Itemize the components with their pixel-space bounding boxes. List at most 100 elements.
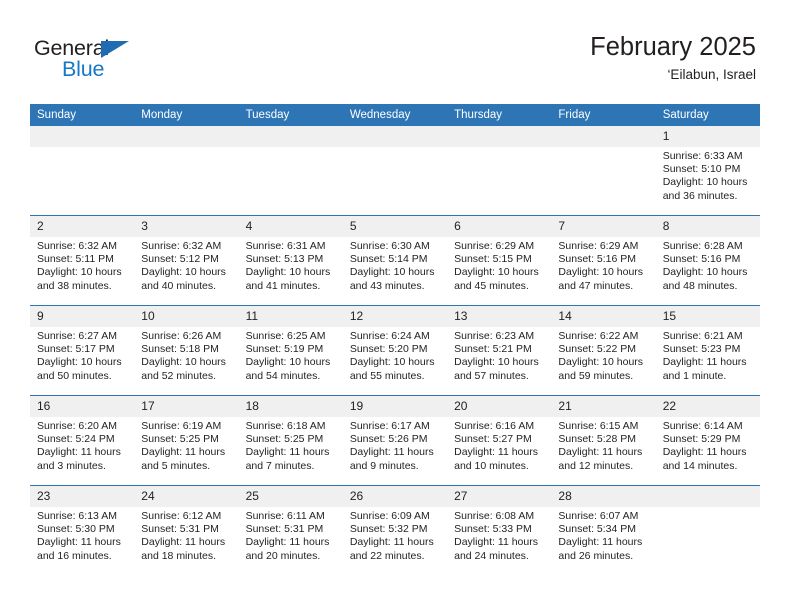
daylight-text: Daylight: 10 hours and 55 minutes. bbox=[349, 356, 435, 382]
weekday-header-wednesday: Wednesday bbox=[342, 104, 448, 126]
daylight-text: Daylight: 11 hours and 7 minutes. bbox=[245, 446, 330, 472]
calendar-day-cell-empty bbox=[655, 485, 760, 575]
daylight-text: Daylight: 10 hours and 59 minutes. bbox=[558, 356, 644, 382]
day-number: 21 bbox=[551, 396, 656, 417]
calendar-day-cell[interactable]: 5 Sunrise: 6:30 AM Sunset: 5:14 PM Daylight… bbox=[342, 215, 448, 306]
calendar-day-cell-empty bbox=[134, 126, 239, 216]
calendar-day-cell-empty bbox=[342, 126, 448, 216]
calendar-day-cell[interactable]: 3 Sunrise: 6:32 AM Sunset: 5:12 PM Daylight… bbox=[134, 215, 239, 306]
weekday-header: Sunday Monday Tuesday Wednesday Thursday Frid… bbox=[30, 104, 760, 126]
calendar-day-cell[interactable]: 18 Sunrise: 6:18 AM Sunset: 5:25 PM Dayligh… bbox=[238, 395, 343, 486]
day-sun-info: Sunrise: 6:16 AM Sunset: 5:27 PM Daylight:… bbox=[447, 417, 551, 473]
calendar-day-cell[interactable]: 16 Sunrise: 6:20 AM Sunset: 5:24 PM Dayligh… bbox=[30, 395, 135, 486]
sunset-text: Sunset: 5:17 PM bbox=[37, 343, 115, 356]
logo-triangle-icon bbox=[101, 41, 129, 58]
sunrise-text: Sunrise: 6:23 AM bbox=[454, 330, 535, 342]
day-sun-info: Sunrise: 6:27 AM Sunset: 5:17 PM Daylight:… bbox=[30, 327, 134, 383]
sunset-text: Sunset: 5:25 PM bbox=[245, 433, 324, 446]
calendar-day-cell-empty bbox=[30, 126, 135, 216]
calendar-day-cell[interactable]: 10 Sunrise: 6:26 AM Sunset: 5:18 PM Dayligh… bbox=[134, 305, 239, 396]
sunset-text: Sunset: 5:16 PM bbox=[662, 253, 741, 266]
sunrise-text: Sunrise: 6:32 AM bbox=[141, 240, 222, 252]
calendar-day-cell[interactable]: 1 Sunrise: 6:33 AM Sunset: 5:10 PM Daylight… bbox=[655, 126, 760, 216]
calendar-day-cell[interactable]: 7 Sunrise: 6:29 AM Sunset: 5:16 PM Daylight… bbox=[551, 215, 656, 306]
daylight-text: Daylight: 10 hours and 57 minutes. bbox=[454, 356, 539, 382]
sunset-text: Sunset: 5:24 PM bbox=[37, 433, 115, 446]
sunset-text: Sunset: 5:11 PM bbox=[37, 253, 114, 266]
daylight-text: Daylight: 10 hours and 43 minutes. bbox=[349, 266, 435, 292]
calendar-day-cell[interactable]: 21 Sunrise: 6:15 AM Sunset: 5:28 PM Dayligh… bbox=[551, 395, 656, 486]
weekday-header-tuesday: Tuesday bbox=[238, 104, 343, 126]
day-sun-info: Sunrise: 6:12 AM Sunset: 5:31 PM Daylight:… bbox=[134, 507, 238, 563]
day-sun-info: Sunrise: 6:08 AM Sunset: 5:33 PM Daylight:… bbox=[447, 507, 551, 563]
day-sun-info: Sunrise: 6:09 AM Sunset: 5:32 PM Daylight:… bbox=[343, 507, 447, 563]
calendar-day-cell[interactable]: 2 Sunrise: 6:32 AM Sunset: 5:11 PM Daylight… bbox=[30, 215, 135, 306]
day-number: 22 bbox=[655, 396, 760, 417]
calendar-day-cell[interactable]: 27 Sunrise: 6:08 AM Sunset: 5:33 PM Dayligh… bbox=[447, 485, 552, 575]
calendar-day-cell[interactable]: 11 Sunrise: 6:25 AM Sunset: 5:19 PM Dayligh… bbox=[238, 305, 343, 396]
sunset-text: Sunset: 5:27 PM bbox=[454, 433, 532, 446]
sunrise-text: Sunrise: 6:17 AM bbox=[349, 420, 430, 432]
sunrise-text: Sunrise: 6:15 AM bbox=[558, 420, 639, 432]
calendar-day-cell[interactable]: 4 Sunrise: 6:31 AM Sunset: 5:13 PM Daylight… bbox=[238, 215, 343, 306]
day-sun-info: Sunrise: 6:25 AM Sunset: 5:19 PM Daylight:… bbox=[239, 327, 343, 383]
calendar-day-cell[interactable]: 25 Sunrise: 6:11 AM Sunset: 5:31 PM Dayligh… bbox=[238, 485, 343, 575]
calendar-day-cell[interactable]: 23 Sunrise: 6:13 AM Sunset: 5:30 PM Dayligh… bbox=[30, 485, 135, 575]
day-number: 8 bbox=[655, 216, 760, 237]
calendar-day-cell[interactable]: 15 Sunrise: 6:21 AM Sunset: 5:23 PM Dayligh… bbox=[655, 305, 760, 396]
day-number bbox=[447, 126, 552, 147]
day-number: 28 bbox=[551, 486, 656, 507]
daylight-text: Daylight: 11 hours and 9 minutes. bbox=[349, 446, 434, 472]
calendar-day-cell[interactable]: 26 Sunrise: 6:09 AM Sunset: 5:32 PM Dayligh… bbox=[342, 485, 448, 575]
sunset-text: Sunset: 5:20 PM bbox=[349, 343, 428, 356]
sunrise-text: Sunrise: 6:27 AM bbox=[37, 330, 117, 342]
page-title: February 2025 bbox=[590, 33, 756, 61]
sunset-text: Sunset: 5:18 PM bbox=[141, 343, 219, 356]
daylight-text: Daylight: 11 hours and 1 minute. bbox=[662, 356, 747, 382]
day-number: 20 bbox=[447, 396, 552, 417]
calendar-week-row: 1 Sunrise: 6:33 AM Sunset: 5:10 PM Daylight… bbox=[30, 126, 760, 216]
sunset-text: Sunset: 5:29 PM bbox=[662, 433, 741, 446]
calendar-day-cell[interactable]: 17 Sunrise: 6:19 AM Sunset: 5:25 PM Dayligh… bbox=[134, 395, 239, 486]
day-sun-info: Sunrise: 6:07 AM Sunset: 5:34 PM Daylight:… bbox=[551, 507, 655, 563]
sunrise-text: Sunrise: 6:29 AM bbox=[558, 240, 639, 252]
sunrise-text: Sunrise: 6:08 AM bbox=[454, 510, 535, 522]
sunset-text: Sunset: 5:21 PM bbox=[454, 343, 532, 356]
general-blue-logo: General Blue bbox=[34, 36, 234, 84]
calendar-header-row: Sunday Monday Tuesday Wednesday Thursday Frid… bbox=[30, 104, 760, 126]
calendar-day-cell[interactable]: 9 Sunrise: 6:27 AM Sunset: 5:17 PM Daylight… bbox=[30, 305, 135, 396]
calendar-day-cell[interactable]: 14 Sunrise: 6:22 AM Sunset: 5:22 PM Dayligh… bbox=[551, 305, 656, 396]
day-number: 16 bbox=[30, 396, 135, 417]
day-sun-info: Sunrise: 6:29 AM Sunset: 5:16 PM Daylight:… bbox=[551, 237, 655, 293]
calendar-day-cell[interactable]: 28 Sunrise: 6:07 AM Sunset: 5:34 PM Dayligh… bbox=[551, 485, 656, 575]
day-number: 27 bbox=[447, 486, 552, 507]
calendar-day-cell[interactable]: 8 Sunrise: 6:28 AM Sunset: 5:16 PM Daylight… bbox=[655, 215, 760, 306]
calendar-day-cell[interactable]: 22 Sunrise: 6:14 AM Sunset: 5:29 PM Dayligh… bbox=[655, 395, 760, 486]
day-number: 25 bbox=[238, 486, 343, 507]
day-sun-info: Sunrise: 6:22 AM Sunset: 5:22 PM Daylight:… bbox=[551, 327, 655, 383]
sunrise-text: Sunrise: 6:28 AM bbox=[662, 240, 743, 252]
calendar-day-cell-empty bbox=[551, 126, 656, 216]
calendar-day-cell[interactable]: 6 Sunrise: 6:29 AM Sunset: 5:15 PM Daylight… bbox=[447, 215, 552, 306]
calendar-day-cell[interactable]: 20 Sunrise: 6:16 AM Sunset: 5:27 PM Dayligh… bbox=[447, 395, 552, 486]
calendar-day-cell[interactable]: 19 Sunrise: 6:17 AM Sunset: 5:26 PM Dayligh… bbox=[342, 395, 448, 486]
daylight-text: Daylight: 11 hours and 18 minutes. bbox=[141, 536, 226, 562]
calendar-day-cell[interactable]: 12 Sunrise: 6:24 AM Sunset: 5:20 PM Dayligh… bbox=[342, 305, 448, 396]
day-sun-info: Sunrise: 6:17 AM Sunset: 5:26 PM Daylight:… bbox=[343, 417, 447, 473]
day-number: 5 bbox=[342, 216, 448, 237]
sunrise-text: Sunrise: 6:29 AM bbox=[454, 240, 535, 252]
sunset-text: Sunset: 5:30 PM bbox=[37, 523, 115, 536]
day-sun-info: Sunrise: 6:19 AM Sunset: 5:25 PM Daylight:… bbox=[134, 417, 238, 473]
calendar-day-cell[interactable]: 24 Sunrise: 6:12 AM Sunset: 5:31 PM Dayligh… bbox=[134, 485, 239, 575]
page-header: General Blue February 2025 ‘Eilabun, Isr… bbox=[0, 0, 792, 100]
day-sun-info: Sunrise: 6:30 AM Sunset: 5:14 PM Daylight:… bbox=[343, 237, 447, 293]
day-number: 18 bbox=[238, 396, 343, 417]
sunset-text: Sunset: 5:14 PM bbox=[349, 253, 428, 266]
daylight-text: Daylight: 10 hours and 48 minutes. bbox=[662, 266, 748, 292]
sunset-text: Sunset: 5:34 PM bbox=[558, 523, 637, 536]
weekday-header-friday: Friday bbox=[551, 104, 656, 126]
sunset-text: Sunset: 5:33 PM bbox=[454, 523, 532, 536]
calendar-day-cell[interactable]: 13 Sunrise: 6:23 AM Sunset: 5:21 PM Dayligh… bbox=[447, 305, 552, 396]
day-sun-info: Sunrise: 6:21 AM Sunset: 5:23 PM Daylight:… bbox=[656, 327, 760, 383]
day-number: 23 bbox=[30, 486, 135, 507]
